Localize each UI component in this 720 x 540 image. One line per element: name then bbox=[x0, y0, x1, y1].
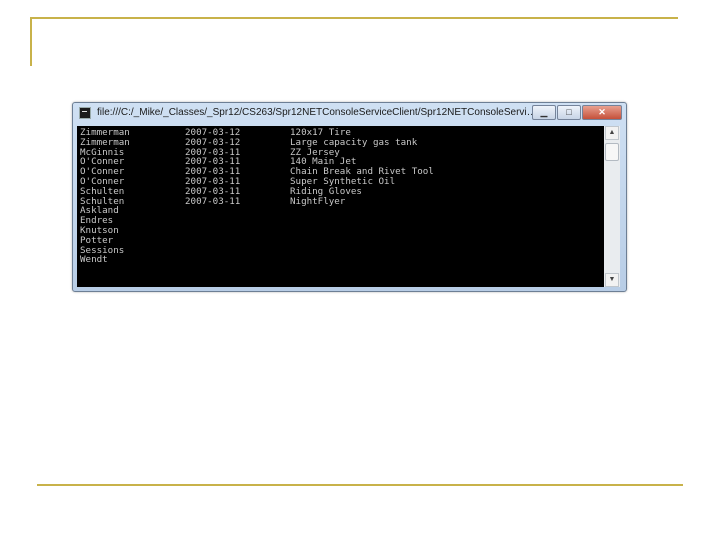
close-button[interactable]: ✕ bbox=[582, 105, 622, 120]
console-date bbox=[185, 255, 290, 265]
console-name: Wendt bbox=[80, 254, 108, 266]
console-line: Wendt bbox=[80, 255, 490, 265]
console-output[interactable]: Zimmerman 2007-03-12 120x17 Tire Zimmerman 2… bbox=[77, 126, 604, 287]
console-line: Zimmerman 2007-03-12 Large capacity gas ta… bbox=[80, 137, 490, 148]
window-title: file:///C:/_Mike/_Classes/_Spr12/CS263/S… bbox=[97, 107, 537, 118]
console-item bbox=[290, 236, 490, 246]
console-item bbox=[290, 216, 490, 226]
console-date bbox=[185, 246, 290, 256]
console-line: Knutson bbox=[80, 226, 490, 236]
scroll-up-arrow-icon[interactable]: ▲ bbox=[605, 126, 619, 140]
console-line: McGinnis 2007-03-11 ZZ Jersey bbox=[80, 147, 490, 158]
console-line: O'Conner 2007-03-11 Chain Break and Rivet … bbox=[80, 167, 490, 177]
console-item bbox=[290, 226, 490, 236]
console-date: 2007-03-11 bbox=[185, 195, 241, 207]
console-line: O'Conner 2007-03-11 Super Synthetic Oil bbox=[80, 177, 490, 187]
console-line: Zimmerman 2007-03-12 120x17 Tire bbox=[80, 128, 490, 138]
console-item: NightFlyer bbox=[290, 195, 346, 207]
console-date bbox=[185, 236, 290, 246]
console-item bbox=[290, 255, 490, 265]
console-line: Endres bbox=[80, 216, 490, 226]
console-item bbox=[290, 206, 490, 216]
console-item bbox=[290, 246, 490, 256]
console-line: Sessions bbox=[80, 245, 490, 256]
scroll-down-arrow-icon[interactable]: ▼ bbox=[605, 273, 619, 287]
title-bar[interactable]: file:///C:/_Mike/_Classes/_Spr12/CS263/S… bbox=[73, 103, 626, 124]
console-line: Askland bbox=[80, 206, 490, 216]
vertical-scrollbar[interactable]: ▲ ▼ bbox=[604, 126, 620, 287]
console-date bbox=[185, 216, 290, 226]
console-line: Schulten 2007-03-11 Riding Gloves bbox=[80, 186, 490, 197]
slide-top-rule bbox=[30, 17, 678, 19]
console-app-icon[interactable] bbox=[79, 107, 91, 119]
slide-left-rule bbox=[30, 17, 32, 66]
console-date bbox=[185, 206, 290, 216]
maximize-button[interactable]: □ bbox=[557, 105, 581, 120]
console-date bbox=[185, 226, 290, 236]
console-window: file:///C:/_Mike/_Classes/_Spr12/CS263/S… bbox=[72, 102, 627, 292]
slide-bottom-rule bbox=[37, 484, 683, 486]
console-line: Potter bbox=[80, 235, 490, 246]
window-controls: ▁ □ ✕ bbox=[532, 105, 622, 121]
minimize-button[interactable]: ▁ bbox=[532, 105, 556, 120]
scroll-thumb[interactable] bbox=[605, 143, 619, 161]
console-line: Schulten 2007-03-11 NightFlyer bbox=[80, 195, 490, 207]
console-rows: Zimmerman 2007-03-12 120x17 Tire Zimmerman 2… bbox=[80, 128, 490, 265]
